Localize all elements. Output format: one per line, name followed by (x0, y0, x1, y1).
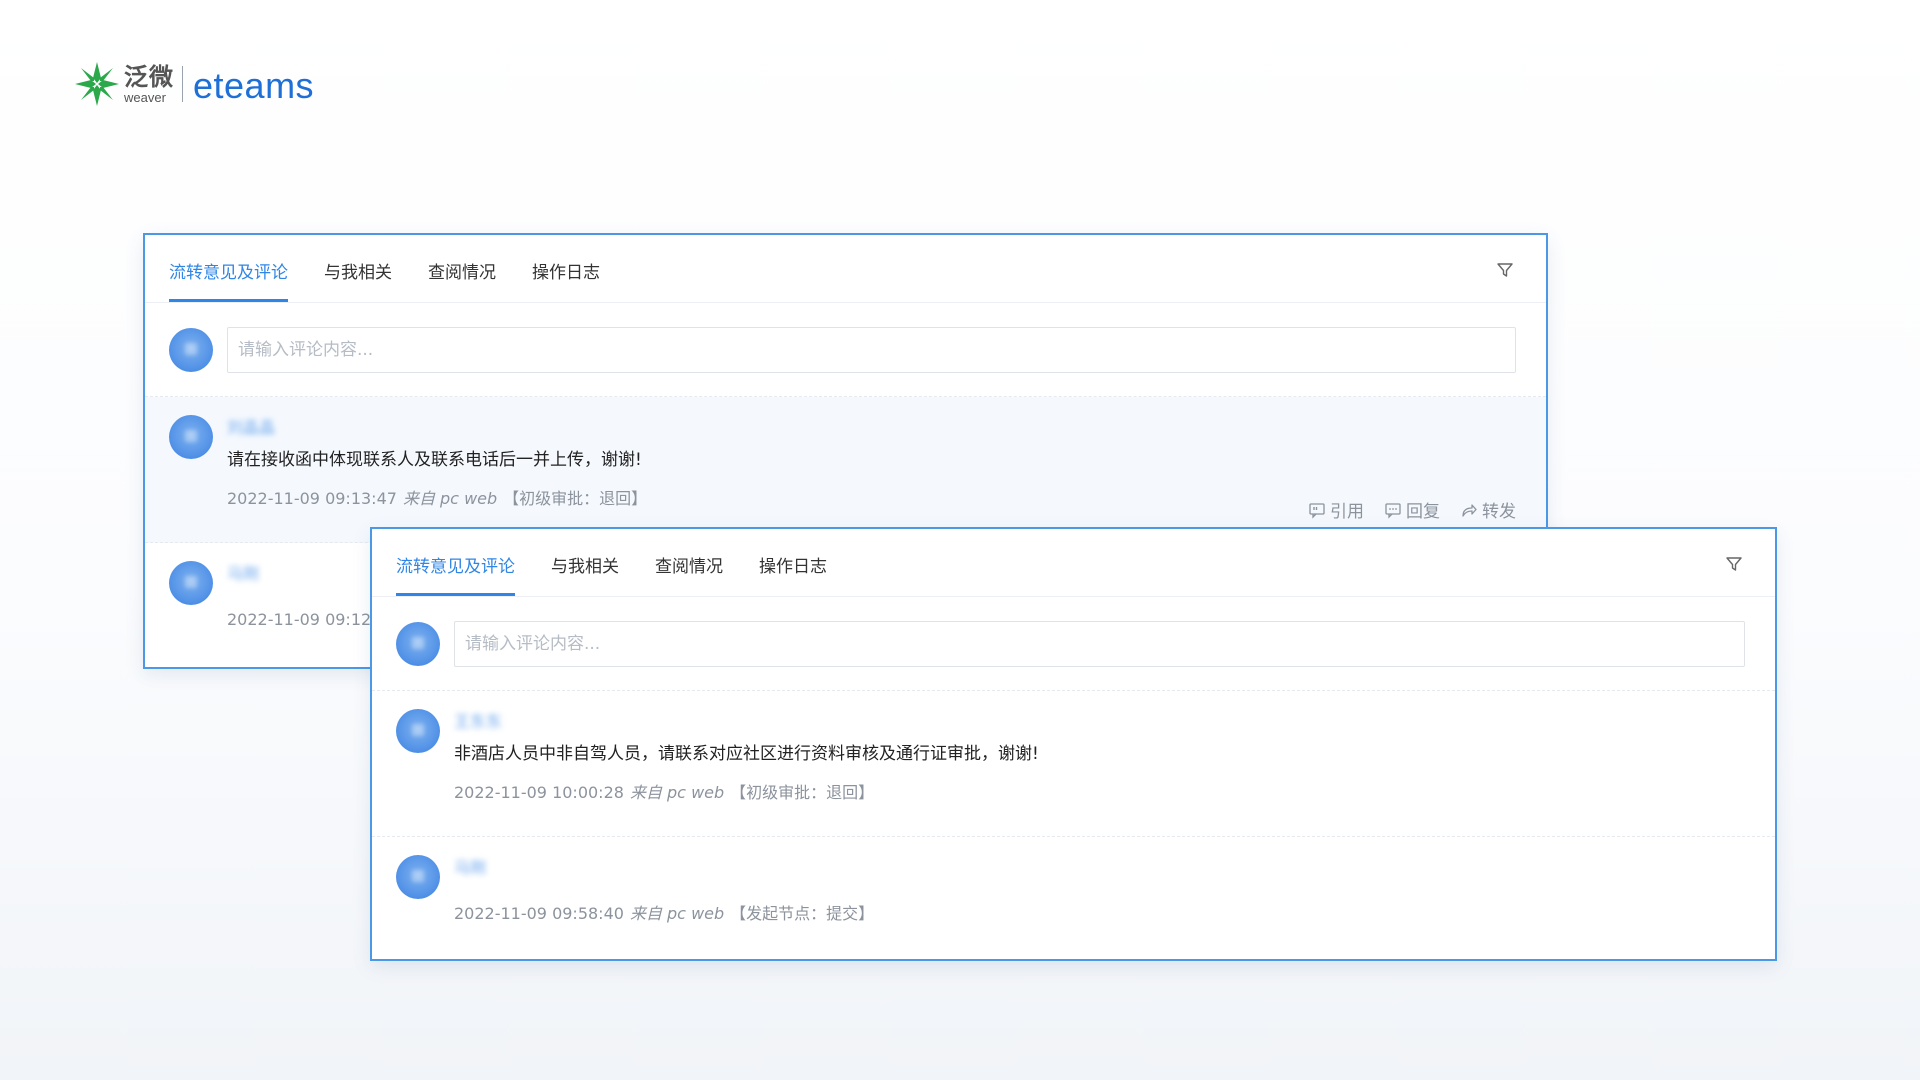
forward-button[interactable]: 转发 (1460, 497, 1516, 522)
comment-meta: 2022-11-09 10:00:28 来自 pc web 【初级审批：退回】 (454, 782, 1745, 804)
forward-label: 转发 (1482, 502, 1516, 522)
avatar (169, 327, 213, 372)
comment-item: 王东东 非酒店人员中非自驾人员，请联系对应社区进行资料审核及通行证审批，谢谢! … (372, 691, 1775, 837)
brand-name-block: 泛微 weaver (124, 65, 174, 104)
forward-icon (1462, 503, 1477, 517)
filter-icon[interactable] (1725, 555, 1743, 573)
brand-name-cn: 泛微 (124, 62, 174, 91)
brand-product-name: eteams (193, 65, 315, 106)
tab-read-status[interactable]: 查阅情况 (428, 258, 496, 302)
brand-logo: 泛微 weaver eteams (72, 56, 314, 112)
comment-meta: 2022-11-09 09:58:40 来自 pc web 【发起节点：提交】 (454, 903, 1745, 925)
comment-source: 来自 pc web (629, 783, 725, 802)
avatar (169, 561, 213, 605)
reply-button[interactable]: 回复 (1384, 497, 1440, 522)
comment-time: 2022-11-09 10:00:28 (454, 783, 624, 802)
filter-icon[interactable] (1496, 261, 1514, 279)
quote-icon (1309, 502, 1325, 519)
comment-node: 【初级审批：退回】 (730, 783, 875, 802)
brand-name-sub: weaver (124, 89, 166, 105)
comment-time: 2022-11-09 09:12 (227, 610, 372, 629)
comment-author[interactable]: 马刚 (454, 857, 486, 879)
avatar (396, 855, 440, 899)
comment-text: 非酒店人员中非自驾人员，请联系对应社区进行资料审核及通行证审批，谢谢! (454, 744, 1039, 764)
comment-time: 2022-11-09 09:13:47 (227, 489, 397, 508)
comment-time: 2022-11-09 09:58:40 (454, 904, 624, 923)
avatar (396, 621, 440, 666)
comment-source: 来自 pc web (402, 489, 498, 508)
logo-divider (182, 66, 183, 102)
tab-bar: 流转意见及评论 与我相关 查阅情况 操作日志 (145, 235, 1546, 303)
tab-related-to-me[interactable]: 与我相关 (551, 552, 619, 596)
comment-text: 请在接收函中体现联系人及联系电话后一并上传，谢谢! (227, 450, 642, 470)
comment-author[interactable]: 王东东 (454, 711, 502, 733)
comments-panel-front: 流转意见及评论 与我相关 查阅情况 操作日志 王东东 非酒店人员中非自驾人员，请… (370, 527, 1777, 961)
tab-bar: 流转意见及评论 与我相关 查阅情况 操作日志 (372, 529, 1775, 597)
tab-operation-log[interactable]: 操作日志 (759, 552, 827, 596)
comment-actions: 引用 回复 转发 (1288, 497, 1516, 522)
tab-comments[interactable]: 流转意见及评论 (169, 258, 288, 302)
reply-icon (1385, 502, 1401, 519)
avatar (169, 415, 213, 459)
comment-input[interactable] (227, 326, 1516, 373)
comment-source: 来自 pc web (629, 904, 725, 923)
comment-author[interactable]: 马刚 (227, 563, 259, 585)
reply-label: 回复 (1406, 502, 1440, 522)
quote-label: 引用 (1330, 502, 1364, 522)
comment-input[interactable] (454, 620, 1745, 667)
tab-comments[interactable]: 流转意见及评论 (396, 552, 515, 596)
tab-related-to-me[interactable]: 与我相关 (324, 258, 392, 302)
comment-input-row (145, 303, 1546, 397)
avatar (396, 709, 440, 753)
comment-node: 【初级审批：退回】 (503, 489, 648, 508)
comment-input-row (372, 597, 1775, 691)
comment-item: 刘晶晶 请在接收函中体现联系人及联系电话后一并上传，谢谢! 2022-11-09… (145, 397, 1546, 543)
quote-button[interactable]: 引用 (1308, 497, 1364, 522)
comment-node: 【发起节点：提交】 (730, 904, 875, 923)
tab-operation-log[interactable]: 操作日志 (532, 258, 600, 302)
tab-read-status[interactable]: 查阅情况 (655, 552, 723, 596)
comment-item: 马刚 2022-11-09 09:58:40 来自 pc web 【发起节点：提交】 (372, 837, 1775, 943)
weaver-logo-icon (75, 62, 119, 106)
comment-author[interactable]: 刘晶晶 (227, 417, 275, 439)
